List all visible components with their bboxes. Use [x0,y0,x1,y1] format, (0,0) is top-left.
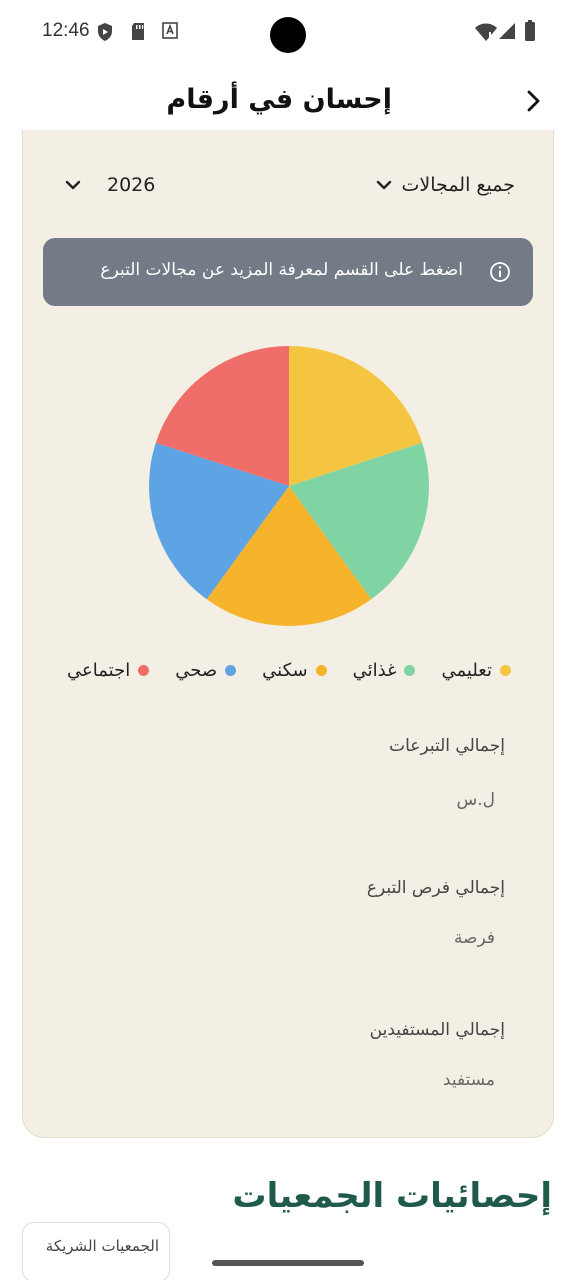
legend-label: صحي [175,660,218,681]
legend-item: غذائي [353,660,416,681]
app-header: إحسان في أرقام [0,70,576,134]
info-circle-icon [490,262,510,282]
total-beneficiaries-unit: مستفيد [442,1070,495,1090]
legend-item: اجتماعي [67,660,150,681]
partner-associations-label: الجمعيات الشريكة [45,1237,159,1255]
partner-associations-button[interactable]: الجمعيات الشريكة [22,1222,170,1280]
total-opportunities-label: إجمالي فرص التبرع [366,878,505,898]
signal-icon [499,23,515,39]
total-opportunities-unit: فرصة [453,928,495,948]
total-beneficiaries-label: إجمالي المستفيدين [369,1020,505,1040]
legend-label: سكني [262,660,308,681]
legend-dot [225,665,237,676]
total-donations-label: إجمالي التبرعات [389,736,505,756]
chart-legend: تعليمي غذائي سكني صحي اجتماعي [23,660,555,681]
wifi-icon [475,23,497,41]
page-title: إحسان في أرقام [166,84,392,115]
home-indicator[interactable] [212,1260,364,1266]
back-button[interactable] [518,86,548,116]
total-donations-unit: ل.س [456,790,495,810]
year-filter-label: 2026 [107,174,156,196]
legend-dot [499,665,511,676]
legend-dot [138,665,150,676]
legend-label: تعليمي [441,660,492,681]
status-bar: 12:46 [0,0,576,64]
status-time: 12:46 [42,20,90,41]
camera-cutout [270,17,306,53]
chevron-down-icon [376,180,391,190]
info-banner-text: اضغط على القسم لمعرفة المزيد عن مجالات ا… [100,260,463,280]
field-filter-dropdown[interactable]: جميع المجالات [376,174,515,196]
chevron-down-icon [65,180,81,190]
legend-label: غذائي [352,660,397,681]
stats-card: جميع المجالات 2026 اضغط على القسم لمعرفة… [22,130,554,1138]
field-filter-label: جميع المجالات [401,174,515,196]
legend-dot [315,665,327,676]
legend-dot [404,665,416,676]
sd-card-icon [132,23,144,40]
associations-stats-title: إحصائيات الجمعيات [232,1176,552,1216]
donation-pie-chart[interactable] [147,344,431,628]
legend-item: صحي [175,660,237,681]
legend-label: اجتماعي [67,660,131,681]
legend-item: سكني [262,660,327,681]
shield-play-icon [98,23,112,41]
legend-item: تعليمي [441,660,511,681]
year-filter-dropdown[interactable]: 2026 [65,174,155,196]
keyboard-a-icon [162,22,178,39]
battery-icon [525,20,535,41]
info-banner: اضغط على القسم لمعرفة المزيد عن مجالات ا… [43,238,533,306]
